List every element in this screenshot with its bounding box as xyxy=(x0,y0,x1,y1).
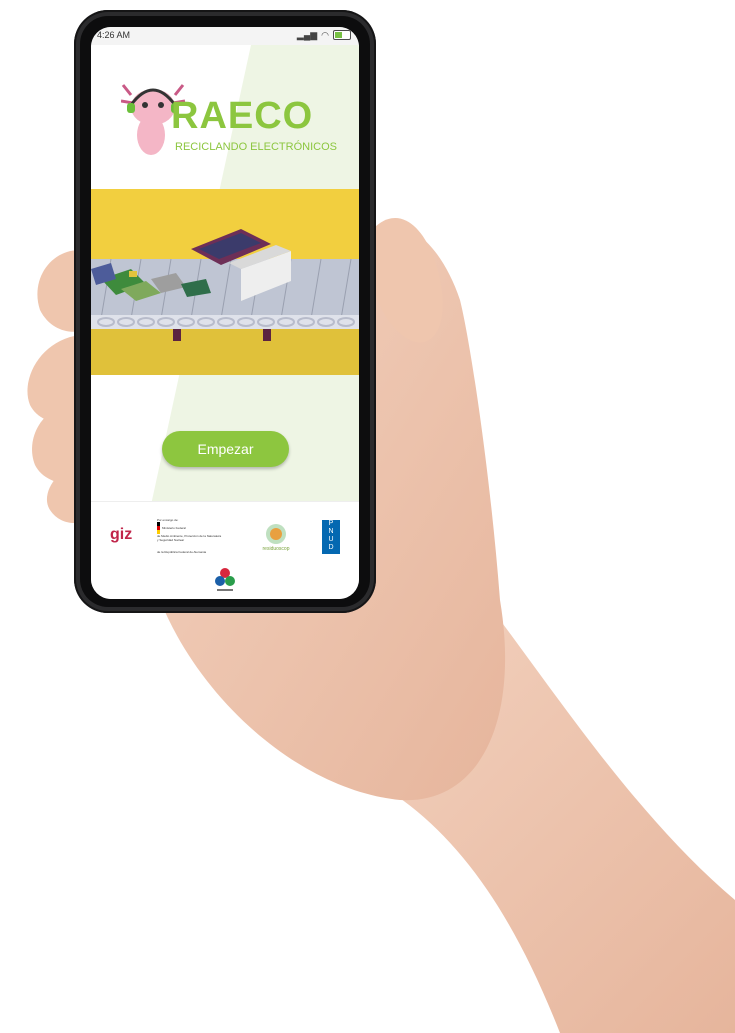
giz-logo: giz xyxy=(110,526,133,543)
undp-logo: P N U D xyxy=(322,520,340,554)
residuoscop-label: residuoscop xyxy=(263,546,290,552)
flag-icon xyxy=(157,522,160,534)
brand-name: RAECO xyxy=(171,95,314,137)
gov-line: Ministerio Federal xyxy=(162,525,186,530)
partner-logo-icon xyxy=(215,568,235,591)
undp-letter: P xyxy=(328,520,334,527)
recycling-banner xyxy=(91,189,359,375)
status-bar: 4:26 AM ▂▄▆ ◠ xyxy=(91,27,359,45)
gov-line: de la República Federal de Alemania xyxy=(157,550,207,554)
signal-icon: ▂▄▆ xyxy=(296,30,318,40)
undp-letter: N xyxy=(328,528,334,535)
battery-icon xyxy=(333,30,351,40)
government-logo: Por encargo de: Ministerio Federal de Me… xyxy=(157,518,253,554)
brand-tagline: RECICLANDO ELECTRÓNICOS xyxy=(175,141,337,153)
undp-letter: U xyxy=(328,536,334,543)
gov-line: y Seguridad Nuclear xyxy=(157,538,185,542)
wifi-icon: ◠ xyxy=(321,30,329,40)
status-time: 4:26 AM xyxy=(97,30,131,40)
phone-screen: 4:26 AM ▂▄▆ ◠ RAECO RECICLANDO ELECTRÓNI… xyxy=(91,27,359,599)
sponsor-footer: giz Por encargo de: Ministerio Federal d… xyxy=(91,501,359,599)
start-button[interactable]: Empezar xyxy=(162,431,289,467)
residuoscop-logo: residuoscop xyxy=(256,522,296,552)
undp-letter: D xyxy=(328,544,334,551)
